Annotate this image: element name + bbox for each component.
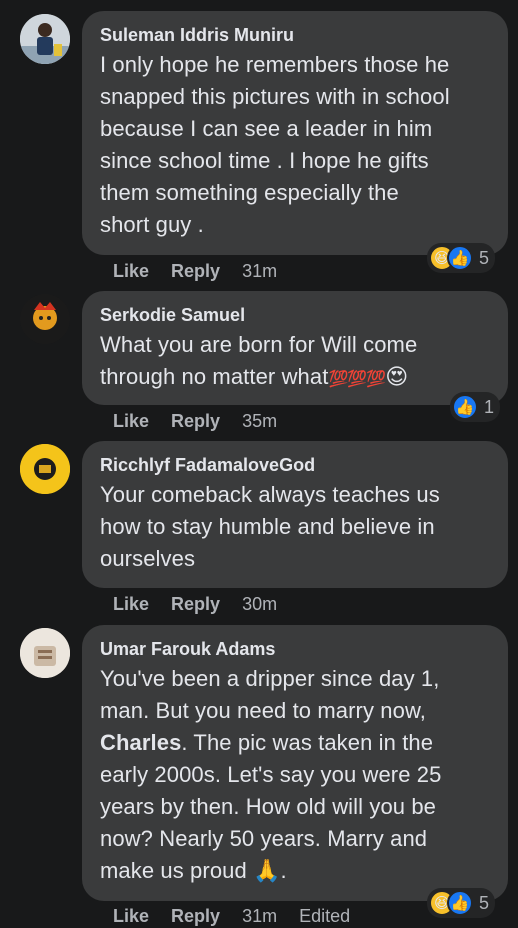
- like-button[interactable]: Like: [113, 261, 149, 282]
- comment-text: Your comeback always teaches us how to s…: [100, 479, 490, 575]
- like-button[interactable]: Like: [113, 411, 149, 432]
- avatar[interactable]: [20, 444, 70, 494]
- comment-line: them something especially the: [100, 180, 399, 205]
- comment-author[interactable]: Ricchlyf FadamaloveGod: [100, 453, 490, 477]
- reaction-summary[interactable]: 😆 👍 5: [427, 243, 496, 273]
- reply-button[interactable]: Reply: [171, 261, 220, 282]
- comment-line: early 2000s. Let's say you were 25: [100, 762, 442, 787]
- reaction-summary[interactable]: 😆 👍 5: [427, 888, 496, 918]
- comment-line: since school time . I hope he gifts: [100, 148, 429, 173]
- comment-author[interactable]: Umar Farouk Adams: [100, 637, 490, 661]
- comment-actions: Like Reply 35m: [113, 409, 299, 433]
- avatar[interactable]: [20, 628, 70, 678]
- comment-line: years by then. How old will you be: [100, 794, 437, 819]
- comment-text: You've been a dripper since day 1, man. …: [100, 663, 490, 887]
- like-reaction-icon: 👍: [447, 890, 473, 916]
- comment-timestamp[interactable]: 31m: [242, 261, 277, 282]
- comment-bubble: Umar Farouk Adams You've been a dripper …: [82, 625, 508, 901]
- comment-timestamp[interactable]: 31m: [242, 906, 277, 927]
- folded-hands-emoji: 🙏: [253, 858, 281, 883]
- comment-text: What you are born for Will come through …: [100, 329, 490, 396]
- reaction-count: 5: [479, 892, 490, 913]
- heart-eyes-emoji: 😍: [385, 364, 409, 389]
- comment-actions: Like Reply 31m: [113, 259, 299, 283]
- comment-line: I only hope he remembers those he: [100, 52, 450, 77]
- tagged-name[interactable]: Charles: [100, 730, 181, 755]
- comment-line: What you are born for Will come: [100, 332, 418, 357]
- like-button[interactable]: Like: [113, 594, 149, 615]
- comment-line: make us proud 🙏.: [100, 855, 490, 887]
- comment-timestamp[interactable]: 30m: [242, 594, 277, 615]
- comment-line: Charles. The pic was taken in the: [100, 727, 490, 759]
- avatar[interactable]: [20, 14, 70, 64]
- comment-text-fragment: make us proud: [100, 858, 254, 883]
- comment-bubble: Ricchlyf FadamaloveGod Your comeback alw…: [82, 441, 508, 588]
- comment-bubble: Serkodie Samuel What you are born for Wi…: [82, 291, 508, 405]
- comment-text-fragment: . The pic was taken in the: [181, 730, 434, 755]
- comment-actions: Like Reply 30m: [113, 592, 299, 616]
- comment-line: short guy .: [100, 212, 204, 237]
- comment-line: ourselves: [100, 546, 196, 571]
- comment-line: man. But you need to marry now,: [100, 698, 426, 723]
- comment-text: I only hope he remembers those he snappe…: [100, 49, 490, 241]
- comment-line: You've been a dripper since day 1,: [100, 666, 440, 691]
- like-button[interactable]: Like: [113, 906, 149, 927]
- reply-button[interactable]: Reply: [171, 594, 220, 615]
- comment-author[interactable]: Suleman Iddris Muniru: [100, 23, 490, 47]
- comment-line: Your comeback always teaches us: [100, 482, 440, 507]
- comment-line: now? Nearly 50 years. Marry and: [100, 826, 428, 851]
- comment-line: through no matter what💯💯💯😍: [100, 361, 490, 396]
- avatar[interactable]: [20, 294, 70, 344]
- edited-label[interactable]: Edited: [299, 906, 350, 927]
- hundred-points-emoji: 💯💯💯: [328, 371, 386, 388]
- comment-text-fragment: .: [280, 858, 287, 883]
- like-reaction-icon: 👍: [452, 394, 478, 420]
- comment-bubble: Suleman Iddris Muniru I only hope he rem…: [82, 11, 508, 255]
- reply-button[interactable]: Reply: [171, 906, 220, 927]
- reaction-count: 5: [479, 247, 490, 268]
- comment-line: because I can see a leader in him: [100, 116, 433, 141]
- comment-line: how to stay humble and believe in: [100, 514, 435, 539]
- reaction-summary[interactable]: 👍 1: [450, 392, 501, 422]
- comment-actions: Like Reply 31m Edited: [113, 904, 372, 928]
- comment-timestamp[interactable]: 35m: [242, 411, 277, 432]
- reaction-count: 1: [484, 396, 495, 417]
- comment-line: snapped this pictures with in school: [100, 84, 450, 109]
- comment-author[interactable]: Serkodie Samuel: [100, 303, 490, 327]
- comment-text-fragment: through no matter what: [100, 364, 329, 389]
- like-reaction-icon: 👍: [447, 245, 473, 271]
- reply-button[interactable]: Reply: [171, 411, 220, 432]
